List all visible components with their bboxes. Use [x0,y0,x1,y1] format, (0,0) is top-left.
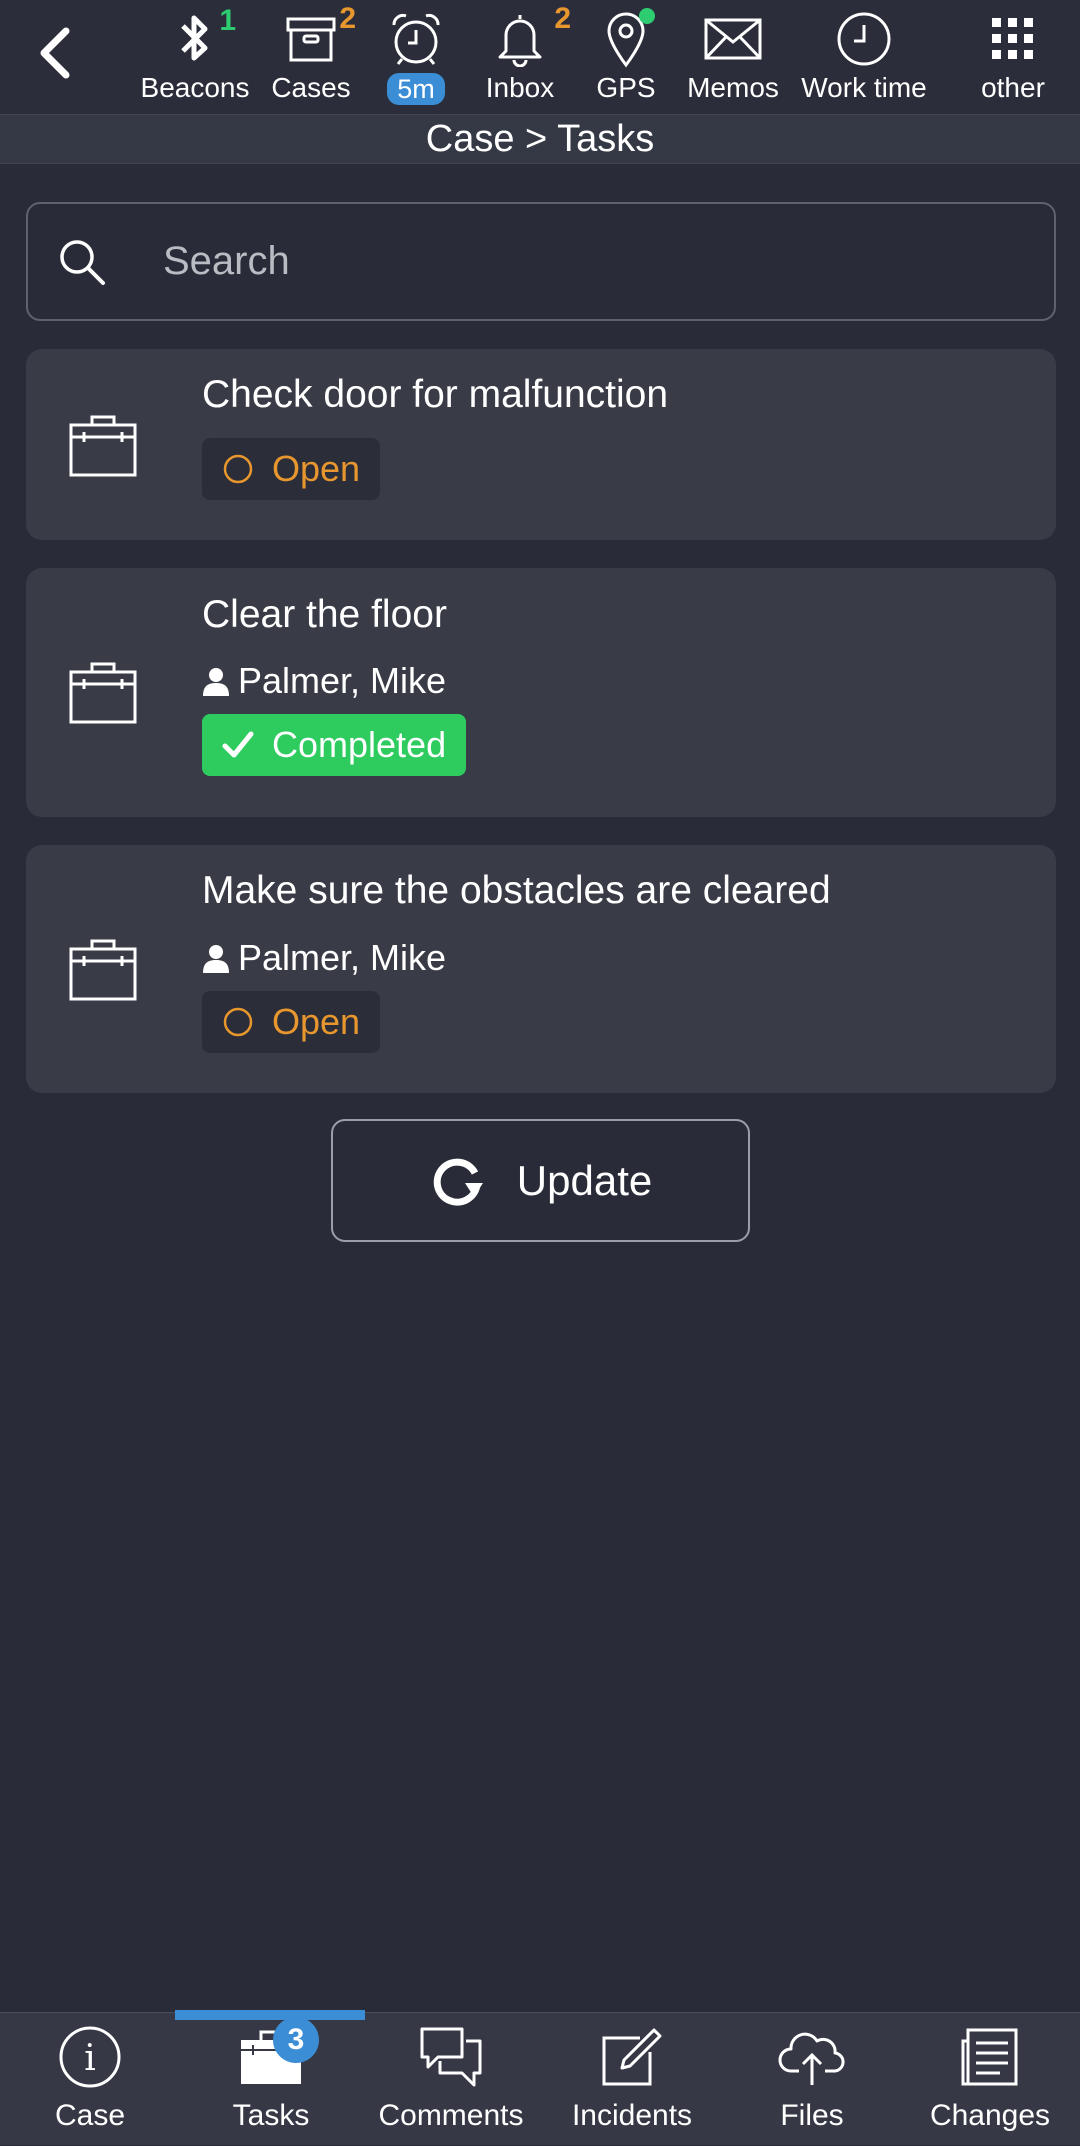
nav-item-comments[interactable]: Comments [366,2021,536,2146]
alarm-clock-icon [392,14,440,65]
search-icon [52,237,112,287]
task-assignee: Palmer, Mike [202,660,446,702]
clock-icon [837,12,891,66]
bluetooth-icon [181,15,208,61]
active-tab-indicator [175,2010,365,2020]
status-label: Open [272,448,361,489]
toolbar-other-label: other [981,72,1045,103]
breadcrumb-bar: Case > Tasks [0,114,1080,164]
toolbar-cases[interactable]: 2 Cases [262,2,360,108]
status-badge: Completed [202,714,467,776]
task-card[interactable]: Make sure the obstacles are cleared Palm… [26,845,1056,1093]
svg-text:i: i [84,2038,96,2079]
cloud-upload-icon [778,2032,845,2085]
breadcrumb: Case > Tasks [425,117,655,160]
top-toolbar: 1 Beacons 2 Cases 5m 2 Inbox GPS Memos W… [0,0,1080,114]
nav-item-label: Tasks [232,2099,310,2132]
briefcase-icon [69,662,137,724]
gps-status-dot [639,8,655,24]
nav-item-changes[interactable]: Changes [905,2021,1075,2146]
nav-item-files[interactable]: Files [727,2021,897,2146]
toolbar-inbox-label: Inbox [485,72,555,103]
status-label: Completed [272,724,447,765]
search-input[interactable] [163,239,1013,284]
task-title: Check door for malfunction [202,373,669,416]
status-badge: Open [202,438,381,500]
toolbar-cases-label: Cases [271,72,351,103]
envelope-icon [704,18,762,60]
tasks-count-badge: 3 [273,2017,319,2063]
task-card[interactable]: Clear the floor Palmer, Mike Completed [26,568,1056,817]
nav-item-label: Comments [378,2099,524,2132]
briefcase-icon [69,939,137,1001]
update-label: Update [516,1156,653,1204]
document-icon [961,2028,1018,2086]
nav-item-label: Changes [929,2099,1051,2132]
nav-item-label: Incidents [571,2099,693,2132]
status-label: Open [272,1001,361,1042]
task-card[interactable]: Check door for malfunction Open [26,349,1056,540]
nav-item-tasks[interactable]: 3 Tasks [186,2017,356,2146]
toolbar-work-time-label: Work time [801,72,927,103]
briefcase-icon [69,415,137,477]
toolbar-beacons[interactable]: 1 Beacons [137,4,253,108]
toolbar-inbox[interactable]: 2 Inbox [478,2,571,108]
nav-item-label: Case [54,2099,126,2132]
bell-icon [498,15,542,67]
timer-pill: 5m [387,73,445,105]
refresh-icon [433,1158,483,1206]
toolbar-memos-label: Memos [687,72,779,103]
toolbar-gps-label: GPS [596,72,656,103]
back-button[interactable] [22,18,86,88]
search-box[interactable] [26,202,1056,321]
user-icon [203,945,229,973]
nav-item-label: Files [780,2099,844,2132]
chevron-left-icon [40,27,70,79]
toolbar-memos[interactable]: Memos [683,8,783,108]
beacons-badge: 1 [219,4,236,37]
status-badge: Open [202,991,381,1053]
archive-box-icon [286,17,336,62]
assignee-name: Palmer, Mike [238,937,447,978]
circle-icon [222,453,254,485]
comments-icon [420,2027,482,2087]
assignee-name: Palmer, Mike [238,660,447,701]
toolbar-beacons-label: Beacons [140,72,250,103]
task-title: Clear the floor [202,593,447,636]
toolbar-other[interactable]: other [970,8,1056,108]
bottom-nav: i Case 3 Tasks Comments Incidents Files … [0,2012,1080,2145]
toolbar-timer[interactable]: 5m [380,8,452,108]
inbox-badge: 2 [554,2,571,35]
nav-item-incidents[interactable]: Incidents [547,2021,717,2146]
task-assignee: Palmer, Mike [202,937,446,979]
edit-icon [602,2028,662,2086]
cases-badge: 2 [339,2,356,35]
user-icon [203,668,229,696]
toolbar-work-time[interactable]: Work time [798,8,930,108]
circle-icon [222,1006,254,1038]
update-button[interactable]: Update [331,1119,750,1242]
nav-item-case[interactable]: i Case [5,2021,175,2146]
toolbar-gps[interactable]: GPS [590,8,662,108]
check-icon [222,730,254,760]
grid-icon [992,18,1033,59]
task-title: Make sure the obstacles are cleared [202,869,831,912]
info-icon: i [59,2026,121,2088]
